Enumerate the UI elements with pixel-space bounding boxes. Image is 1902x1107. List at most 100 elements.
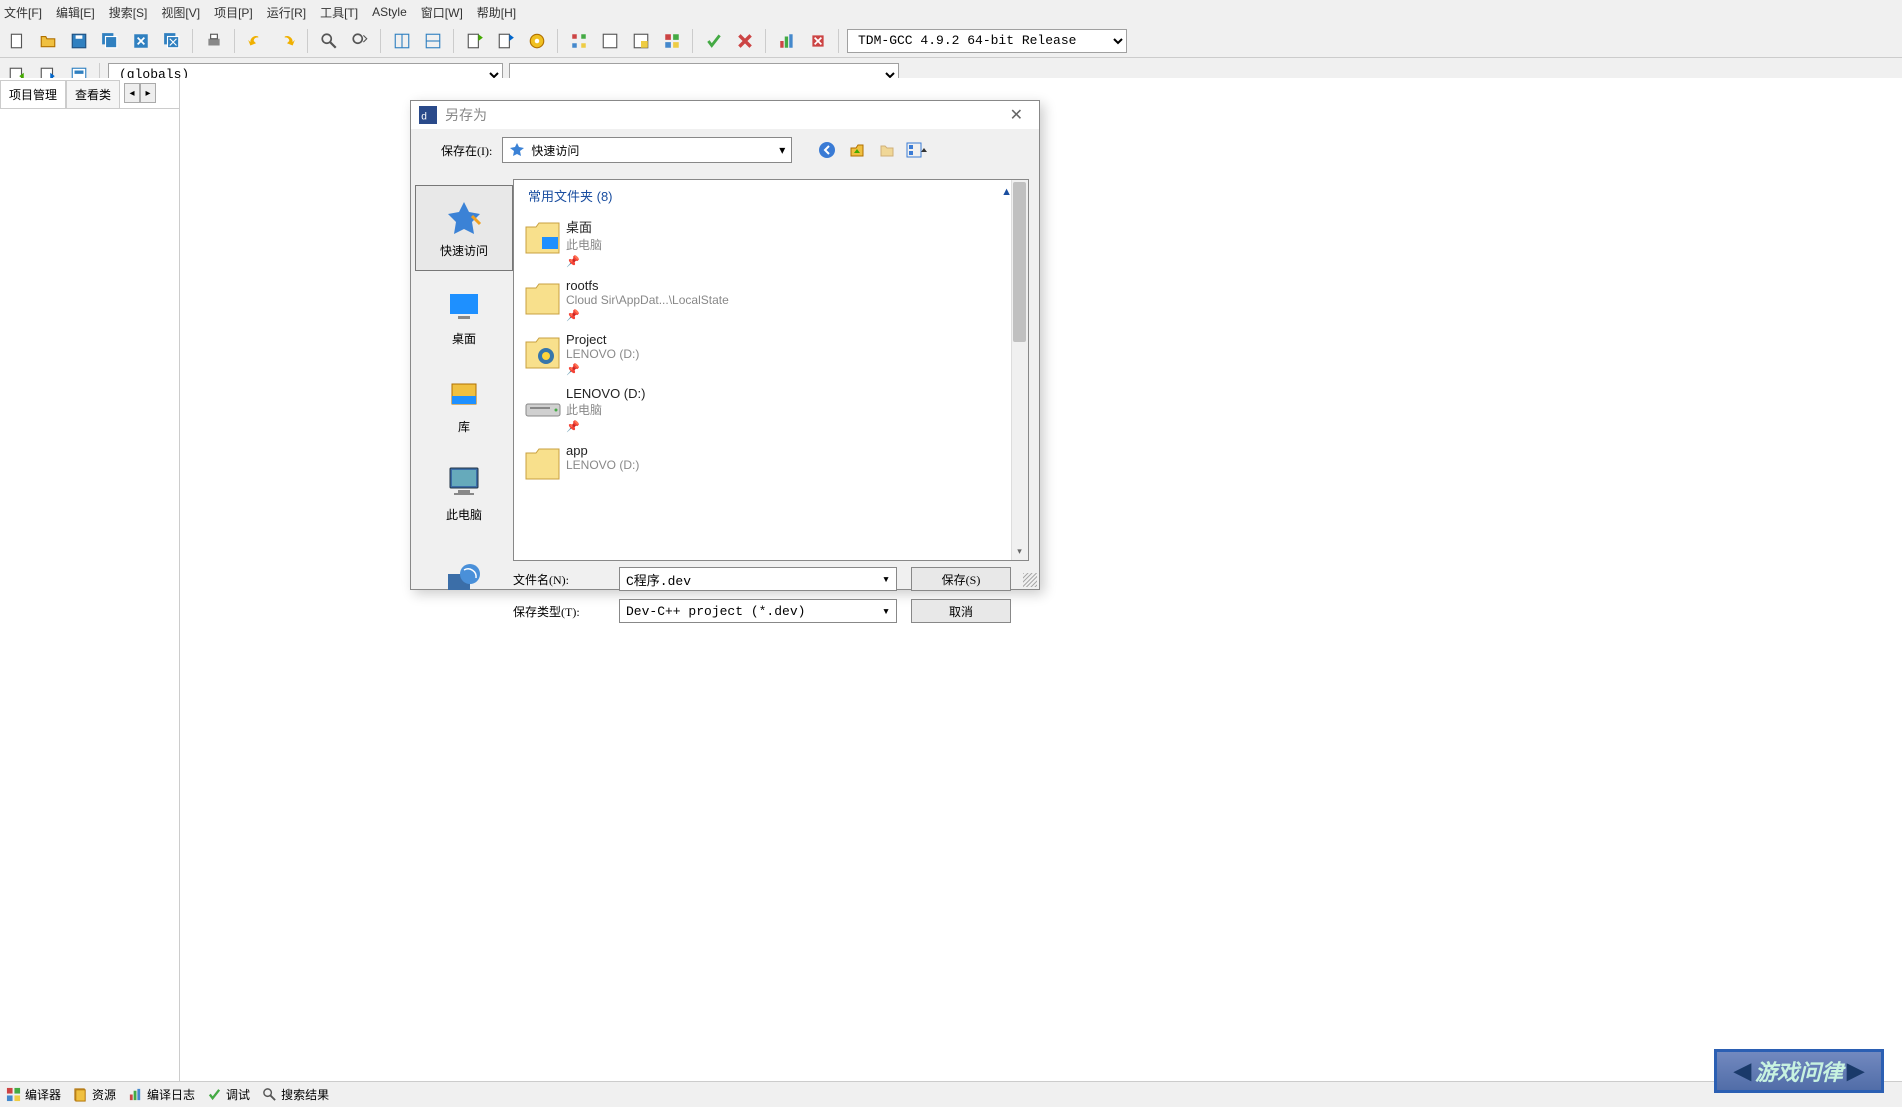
menu-search[interactable]: 搜索[S] — [109, 4, 148, 21]
new-file-button[interactable] — [4, 28, 29, 53]
tab-project[interactable]: 项目管理 — [0, 80, 66, 108]
new-folder-button[interactable] — [876, 139, 898, 161]
file-item-lenovo-d[interactable]: LENOVO (D:) 此电脑 📌 — [514, 378, 1028, 435]
file-name: Project — [566, 332, 639, 347]
run-button[interactable] — [597, 28, 622, 53]
debug-button[interactable] — [524, 28, 549, 53]
check-button[interactable] — [701, 28, 726, 53]
save-in-label: 保存在(I): — [441, 142, 492, 159]
close-file-button[interactable] — [128, 28, 153, 53]
file-item-rootfs[interactable]: rootfs Cloud Sir\AppDat...\LocalState 📌 — [514, 270, 1028, 324]
menu-file[interactable]: 文件[F] — [4, 4, 42, 21]
scroll-down-button[interactable]: ▾ — [1013, 544, 1026, 558]
file-sub: 此电脑 — [566, 401, 645, 418]
undo-button[interactable] — [243, 28, 268, 53]
tab-resources[interactable]: 资源 — [73, 1086, 116, 1103]
up-button[interactable] — [846, 139, 868, 161]
resize-grip[interactable] — [1023, 573, 1037, 587]
file-item-desktop[interactable]: 桌面 此电脑 📌 — [514, 209, 1028, 270]
file-item-app[interactable]: app LENOVO (D:) — [514, 435, 1028, 489]
place-desktop[interactable]: 桌面 — [415, 273, 513, 359]
drive-icon — [518, 382, 566, 430]
profile-button[interactable] — [774, 28, 799, 53]
file-name: app — [566, 443, 639, 458]
menu-astyle[interactable]: AStyle — [372, 5, 407, 19]
open-file-button[interactable] — [35, 28, 60, 53]
file-list[interactable]: 常用文件夹 (8) ▲ 桌面 此电脑 📌 rootfs Cloud Si — [513, 179, 1029, 561]
redo-button[interactable] — [274, 28, 299, 53]
rebuild-button[interactable] — [659, 28, 684, 53]
compile-button[interactable] — [566, 28, 591, 53]
place-this-pc[interactable]: 此电脑 — [415, 449, 513, 535]
svg-text:d: d — [421, 112, 427, 123]
scrollbar[interactable]: ▾ — [1011, 180, 1028, 560]
tab-compiler[interactable]: 编译器 — [6, 1086, 61, 1103]
close-all-button[interactable] — [159, 28, 184, 53]
cancel-button[interactable]: 取消 — [911, 599, 1011, 623]
app-icon: d — [419, 106, 437, 124]
stop-button[interactable] — [732, 28, 757, 53]
print-button[interactable] — [201, 28, 226, 53]
place-label: 桌面 — [452, 330, 476, 347]
star-icon — [509, 142, 525, 158]
menu-tools[interactable]: 工具[T] — [320, 4, 358, 21]
menu-project[interactable]: 项目[P] — [214, 4, 253, 21]
goto-button[interactable] — [462, 28, 487, 53]
menu-view[interactable]: 视图[V] — [161, 4, 200, 21]
file-item-project[interactable]: Project LENOVO (D:) 📌 — [514, 324, 1028, 378]
menu-help[interactable]: 帮助[H] — [477, 4, 516, 21]
tab-scroll-right[interactable]: ▸ — [140, 83, 156, 103]
pin-icon: 📌 — [566, 255, 602, 268]
place-network[interactable] — [415, 537, 513, 623]
filename-input[interactable]: C程序.dev ▾ — [619, 567, 897, 591]
dialog-titlebar: d 另存为 ✕ — [411, 101, 1039, 129]
tab-find-results[interactable]: 搜索结果 — [262, 1086, 329, 1103]
panel-tabs: 项目管理 查看类 ◂ ▸ — [0, 78, 179, 109]
folder-python-icon — [518, 328, 566, 376]
folder-icon — [518, 439, 566, 487]
close-button[interactable]: ✕ — [1002, 101, 1031, 129]
save-all-button[interactable] — [97, 28, 122, 53]
save-button[interactable]: 保存(S) — [911, 567, 1011, 591]
layout1-button[interactable] — [389, 28, 414, 53]
layout2-button[interactable] — [420, 28, 445, 53]
tab-compile-log[interactable]: 编译日志 — [128, 1086, 195, 1103]
location-value: 快速访问 — [531, 142, 579, 159]
place-quick-access[interactable]: 快速访问 — [415, 185, 513, 271]
save-button[interactable] — [66, 28, 91, 53]
file-name: 桌面 — [566, 217, 602, 236]
compile-run-button[interactable] — [628, 28, 653, 53]
file-sub: LENOVO (D:) — [566, 347, 639, 361]
file-name: rootfs — [566, 278, 729, 293]
menu-window[interactable]: 窗口[W] — [421, 4, 463, 21]
folder-icon — [518, 274, 566, 322]
chevron-down-icon: ▾ — [882, 572, 890, 587]
tab-debug[interactable]: 调试 — [207, 1086, 250, 1103]
back-button[interactable] — [816, 139, 838, 161]
filetype-select[interactable]: Dev-C++ project (*.dev) ▾ — [619, 599, 897, 623]
menu-bar: 文件[F] 编辑[E] 搜索[S] 视图[V] 项目[P] 运行[R] 工具[T… — [0, 0, 1902, 24]
pin-icon: 📌 — [566, 363, 639, 376]
view-menu-button[interactable] — [906, 139, 928, 161]
scroll-thumb[interactable] — [1013, 182, 1026, 342]
menu-edit[interactable]: 编辑[E] — [56, 4, 95, 21]
delete-profile-button[interactable] — [805, 28, 830, 53]
location-select[interactable]: 快速访问 ▾ — [502, 137, 792, 163]
place-libraries[interactable]: 库 — [415, 361, 513, 447]
watermark-badge: ◀ 游戏问律 ▶ — [1714, 1049, 1884, 1093]
tab-scroll-left[interactable]: ◂ — [124, 83, 140, 103]
group-header[interactable]: 常用文件夹 (8) ▲ — [514, 180, 1028, 209]
file-sub: Cloud Sir\AppDat...\LocalState — [566, 293, 729, 307]
find-button[interactable] — [316, 28, 341, 53]
replace-button[interactable] — [347, 28, 372, 53]
folder-desktop-icon — [518, 213, 566, 261]
compiler-select[interactable]: TDM-GCC 4.9.2 64-bit Release — [847, 29, 1127, 53]
bookmark-button[interactable] — [493, 28, 518, 53]
chevron-down-icon: ▾ — [882, 604, 890, 619]
places-bar: 快速访问 桌面 库 此电脑 — [411, 179, 513, 631]
menu-run[interactable]: 运行[R] — [267, 4, 306, 21]
file-name: LENOVO (D:) — [566, 386, 645, 401]
project-panel: 项目管理 查看类 ◂ ▸ — [0, 78, 180, 1081]
tab-classes[interactable]: 查看类 — [66, 80, 120, 108]
place-label: 此电脑 — [446, 506, 482, 523]
